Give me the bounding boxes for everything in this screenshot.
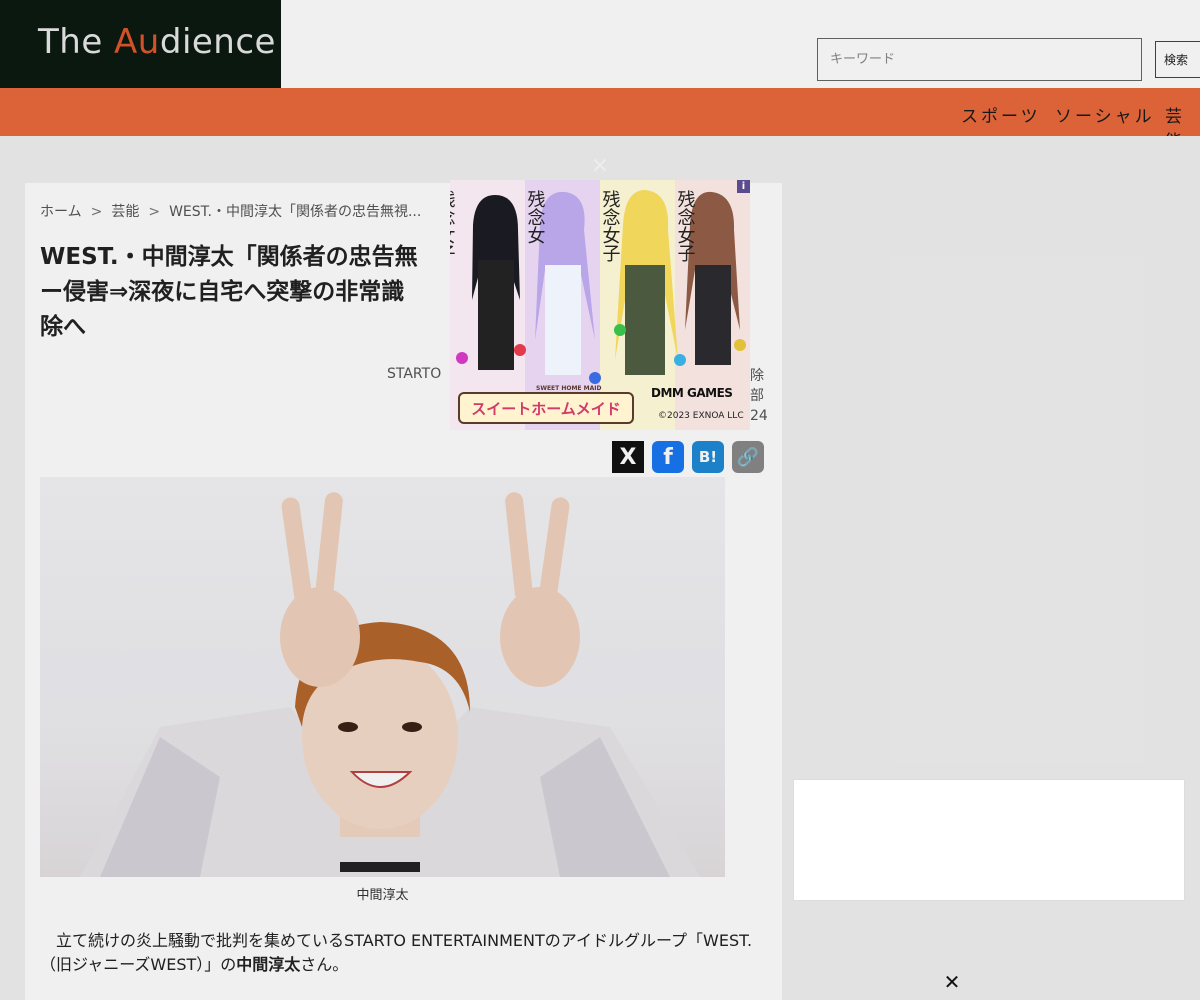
close-icon[interactable]: ✕ (942, 970, 962, 994)
search-button[interactable]: 検索 (1155, 41, 1200, 78)
breadcrumb-separator: > (148, 204, 161, 220)
article-meta: 除 部 24 (750, 366, 770, 426)
ad-game-logo-subtitle: SWEET HOME MAID (536, 385, 602, 392)
ad-info-icon[interactable]: i (737, 180, 750, 193)
article-meta-fragment: 24 (750, 408, 768, 424)
article-title-line: 除へ (40, 314, 86, 340)
floating-ad[interactable] (794, 780, 1184, 900)
nav-item-social[interactable]: ソーシャル (1055, 102, 1155, 127)
share-x-button[interactable]: X (612, 441, 644, 473)
site-header: The Audience 検索 (0, 0, 1200, 88)
search-input[interactable] (817, 38, 1142, 81)
breadcrumb-separator: > (90, 204, 103, 220)
breadcrumb: ホーム > 芸能 > WEST.・中間淳太「関係者の忠告無視... (40, 201, 421, 221)
logo-text: The Audience (38, 22, 276, 62)
paragraph-bold-name: 中間淳太 (236, 955, 301, 974)
ad-brand: DMM GAMES (651, 386, 733, 400)
share-hatena-button[interactable]: B! (692, 441, 724, 473)
breadcrumb-home[interactable]: ホーム (40, 204, 82, 220)
breadcrumb-current: WEST.・中間淳太「関係者の忠告無視... (169, 204, 422, 220)
share-facebook-button[interactable]: f (652, 441, 684, 473)
facebook-icon: f (663, 444, 673, 470)
svg-text:残念女: 残念女 (525, 190, 546, 244)
paragraph-text: さん。 (300, 955, 349, 974)
article-author: STARTO (387, 366, 442, 382)
ad-game-logo: スイートホームメイド (458, 392, 634, 424)
x-icon: X (619, 444, 637, 470)
article-meta-fragment: 除 (750, 368, 764, 384)
photo-caption: 中間淳太 (356, 888, 409, 903)
svg-text:残念女子: 残念女子 (600, 190, 621, 262)
copy-link-button[interactable]: 🔗 (732, 441, 764, 473)
site-logo[interactable]: The Audience (0, 0, 281, 88)
photo-illustration (80, 492, 700, 877)
article-title-line: ー侵害⇒深夜に自宅へ突撃の非常識 (40, 279, 405, 305)
article-paragraph: 立て続けの炎上騒動で批判を集めているSTARTO ENTERTAINMENTのア… (40, 929, 760, 977)
close-icon[interactable]: × (590, 155, 610, 177)
svg-text:残念女子: 残念女子 (675, 190, 696, 262)
svg-text:残念女子: 残念女子 (450, 190, 456, 262)
article-meta-fragment: 部 (750, 388, 764, 404)
paragraph-text: 立て続けの炎上騒動で批判を集めているSTARTO ENTERTAINMENTのア… (40, 931, 753, 974)
ad-copyright: ©2023 EXNOA LLC (658, 411, 744, 421)
nav-item-sports[interactable]: スポーツ (961, 102, 1041, 127)
link-icon: 🔗 (736, 446, 760, 468)
article-title-line: WEST.・中間淳太「関係者の忠告無 (40, 244, 418, 270)
article-photo (40, 477, 725, 877)
hatena-bookmark-icon: B! (698, 448, 718, 466)
breadcrumb-category[interactable]: 芸能 (111, 204, 139, 220)
category-nav: スポーツ ソーシャル 芸能 (0, 88, 1200, 152)
